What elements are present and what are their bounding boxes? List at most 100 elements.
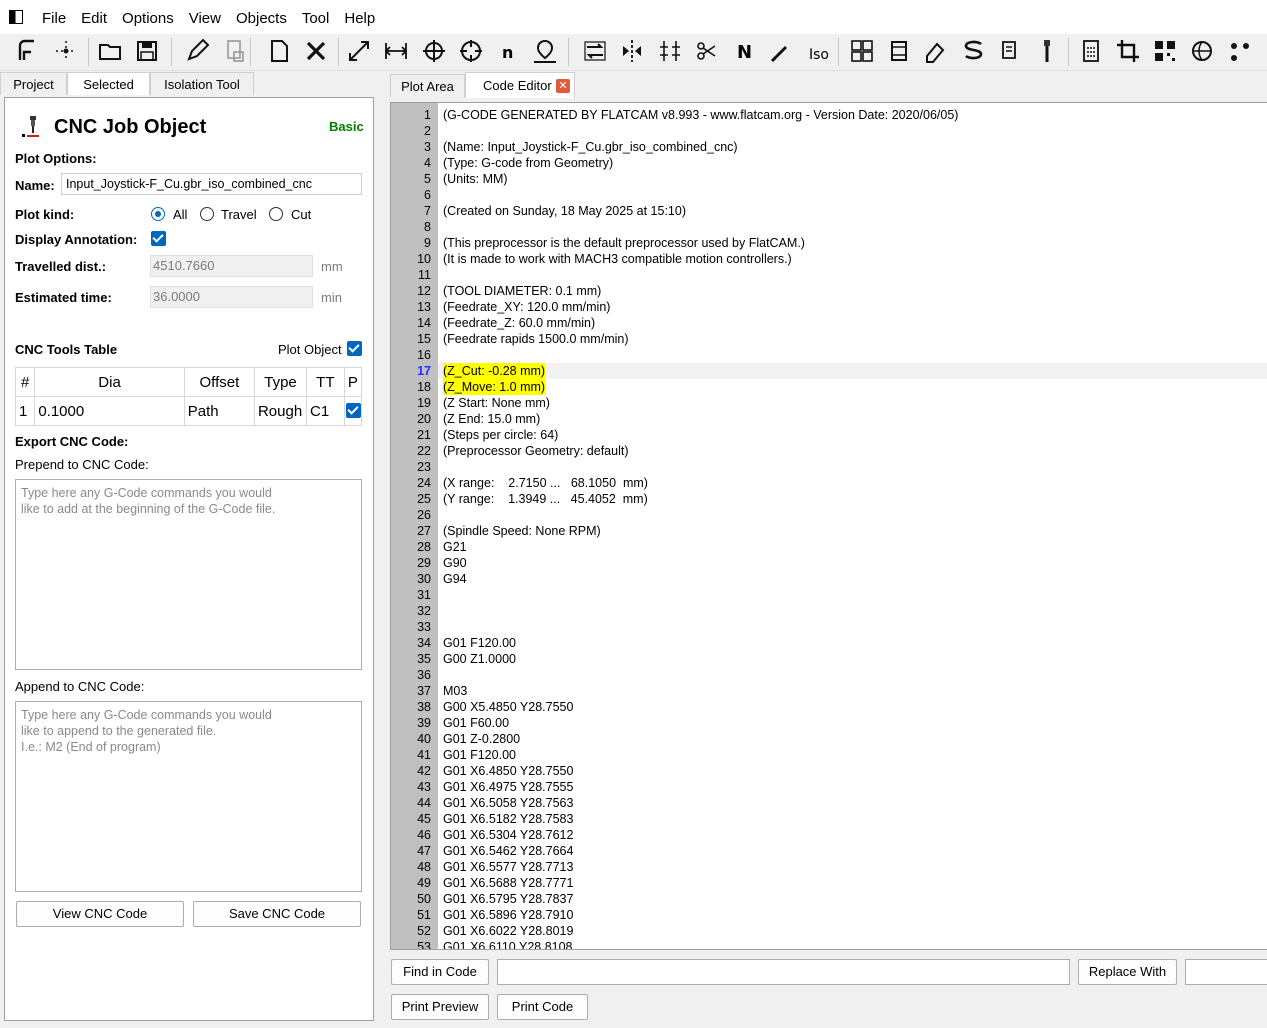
tab-selected[interactable]: Selected: [67, 72, 150, 95]
transform-icon[interactable]: [580, 36, 610, 66]
code-text: G01 X6.5688 Y28.7771: [443, 876, 574, 890]
substract-icon[interactable]: [958, 36, 988, 66]
plot-kind-travel-radio[interactable]: [200, 207, 214, 221]
append-label: Append to CNC Code:: [15, 679, 145, 694]
mode-basic-label[interactable]: Basic: [329, 119, 364, 134]
menu-tool[interactable]: Tool: [302, 10, 330, 27]
locate-icon[interactable]: [530, 36, 560, 66]
snap-grid-icon[interactable]: [51, 36, 81, 66]
set-origin-icon[interactable]: [456, 36, 486, 66]
cell-dia[interactable]: 0.1000: [34, 396, 185, 426]
copy-file-icon[interactable]: [220, 36, 250, 66]
plot-object-checkbox[interactable]: [347, 341, 362, 356]
film-icon[interactable]: [884, 36, 914, 66]
crop-icon[interactable]: [1113, 36, 1143, 66]
line-number: 13: [417, 300, 431, 314]
qrcode-icon[interactable]: [1150, 36, 1180, 66]
display-annotation-checkbox[interactable]: [151, 231, 166, 246]
line-number: 8: [424, 220, 431, 234]
origin-target-icon[interactable]: [419, 36, 449, 66]
open-folder-icon[interactable]: [95, 36, 125, 66]
code-text: G01 X6.5462 Y28.7664: [443, 844, 574, 858]
line-number: 53: [417, 940, 431, 950]
find-in-code-button[interactable]: Find in Code: [391, 959, 489, 985]
dots-icon[interactable]: [1225, 36, 1255, 66]
code-editor[interactable]: 1 (G-CODE GENERATED BY FLATCAM v8.993 - w…: [390, 102, 1267, 950]
save-cnc-code-button[interactable]: Save CNC Code: [193, 901, 361, 927]
plot-kind-cut-radio[interactable]: [269, 207, 283, 221]
code-text: G90: [443, 556, 467, 570]
menu-view[interactable]: View: [189, 10, 221, 27]
prepend-textarea[interactable]: Type here any G-Code commands you would …: [15, 479, 362, 670]
code-text: (It is made to work with MACH3 compatibl…: [443, 252, 792, 266]
save-icon[interactable]: [132, 36, 162, 66]
code-text: G01 X6.5577 Y28.7713: [443, 860, 574, 874]
cell-tt[interactable]: C1: [306, 396, 345, 426]
tab-code-editor[interactable]: Code Editor ✕: [465, 72, 575, 98]
close-tab-icon[interactable]: ✕: [556, 79, 570, 93]
drill-icon[interactable]: [1032, 36, 1062, 66]
paint-brush-icon[interactable]: [766, 36, 796, 66]
code-text: (Y range: 1.3949 ... 45.4052 mm): [443, 492, 648, 506]
menu-options[interactable]: Options: [122, 10, 174, 27]
replace-with-button[interactable]: Replace With: [1078, 959, 1177, 985]
distance-icon[interactable]: [381, 36, 411, 66]
line-number: 24: [417, 476, 431, 490]
cell-type[interactable]: Rough: [253, 396, 308, 426]
code-text: G01 X6.5182 Y28.7583: [443, 812, 574, 826]
cell-offset[interactable]: Path: [183, 396, 255, 426]
menu-help[interactable]: Help: [344, 10, 375, 27]
panelize-icon[interactable]: [847, 36, 877, 66]
calculator-icon[interactable]: [1076, 36, 1106, 66]
code-text: (Type: G-code from Geometry): [443, 156, 614, 170]
line-number: 6: [424, 188, 431, 202]
name-label: Name:: [15, 178, 55, 193]
solder-paste-icon[interactable]: [921, 36, 951, 66]
isolation-icon[interactable]: Iso: [803, 36, 833, 66]
code-text: G01 X6.5304 Y28.7612: [443, 828, 574, 842]
edit-pencil-icon[interactable]: [182, 36, 212, 66]
delete-x-icon[interactable]: [301, 36, 331, 66]
line-number: 45: [417, 812, 431, 826]
plot-kind-all-radio[interactable]: [151, 207, 165, 221]
append-textarea[interactable]: Type here any G-Code commands you would …: [15, 701, 362, 892]
jump-to-icon[interactable]: n: [494, 36, 524, 66]
new-project-icon[interactable]: [12, 36, 42, 66]
netlist-n-icon[interactable]: N: [729, 36, 759, 66]
tool-plot-checkbox[interactable]: [345, 403, 361, 418]
code-text: (Z End: 15.0 mm): [443, 412, 541, 426]
print-code-button[interactable]: Print Code: [497, 994, 588, 1020]
new-document-icon[interactable]: [264, 36, 294, 66]
print-preview-button[interactable]: Print Preview: [391, 994, 489, 1020]
menu-file[interactable]: File: [42, 10, 66, 27]
menu-objects[interactable]: Objects: [236, 10, 287, 27]
code-text: G00 Z1.0000: [443, 652, 516, 666]
name-field[interactable]: Input_Joystick-F_Cu.gbr_iso_combined_cnc: [61, 173, 362, 195]
estimated-time-label: Estimated time:: [15, 290, 112, 305]
code-text: G01 Z-0.2800: [443, 732, 521, 746]
line-number: 49: [417, 876, 431, 890]
tab-plot-area[interactable]: Plot Area: [390, 74, 465, 97]
plot-options-label: Plot Options:: [15, 151, 97, 166]
globe-icon[interactable]: [1187, 36, 1217, 66]
svg-text:N: N: [737, 42, 752, 63]
find-input[interactable]: [497, 959, 1070, 985]
panel-title: CNC Job Object: [54, 116, 207, 138]
cut-scissors-icon[interactable]: [692, 36, 722, 66]
align-icon[interactable]: [655, 36, 685, 66]
line-number: 29: [417, 556, 431, 570]
line-number: 35: [417, 652, 431, 666]
rules-icon[interactable]: [995, 36, 1025, 66]
replace-input[interactable]: [1185, 959, 1267, 985]
menu-edit[interactable]: Edit: [81, 10, 107, 27]
tab-project[interactable]: Project: [0, 72, 67, 95]
code-text: G01 X6.5058 Y28.7563: [443, 796, 574, 810]
code-text: G94: [443, 572, 467, 586]
mirror-icon[interactable]: [617, 36, 647, 66]
zoom-fit-icon[interactable]: [344, 36, 374, 66]
tab-isolation-tool[interactable]: Isolation Tool: [150, 72, 254, 95]
plot-kind-travel-label: Travel: [221, 207, 257, 222]
table-row[interactable]: 1 0.1000 Path Rough C1: [14, 396, 363, 426]
code-text: (Units: MM): [443, 172, 508, 186]
view-cnc-code-button[interactable]: View CNC Code: [16, 901, 184, 927]
